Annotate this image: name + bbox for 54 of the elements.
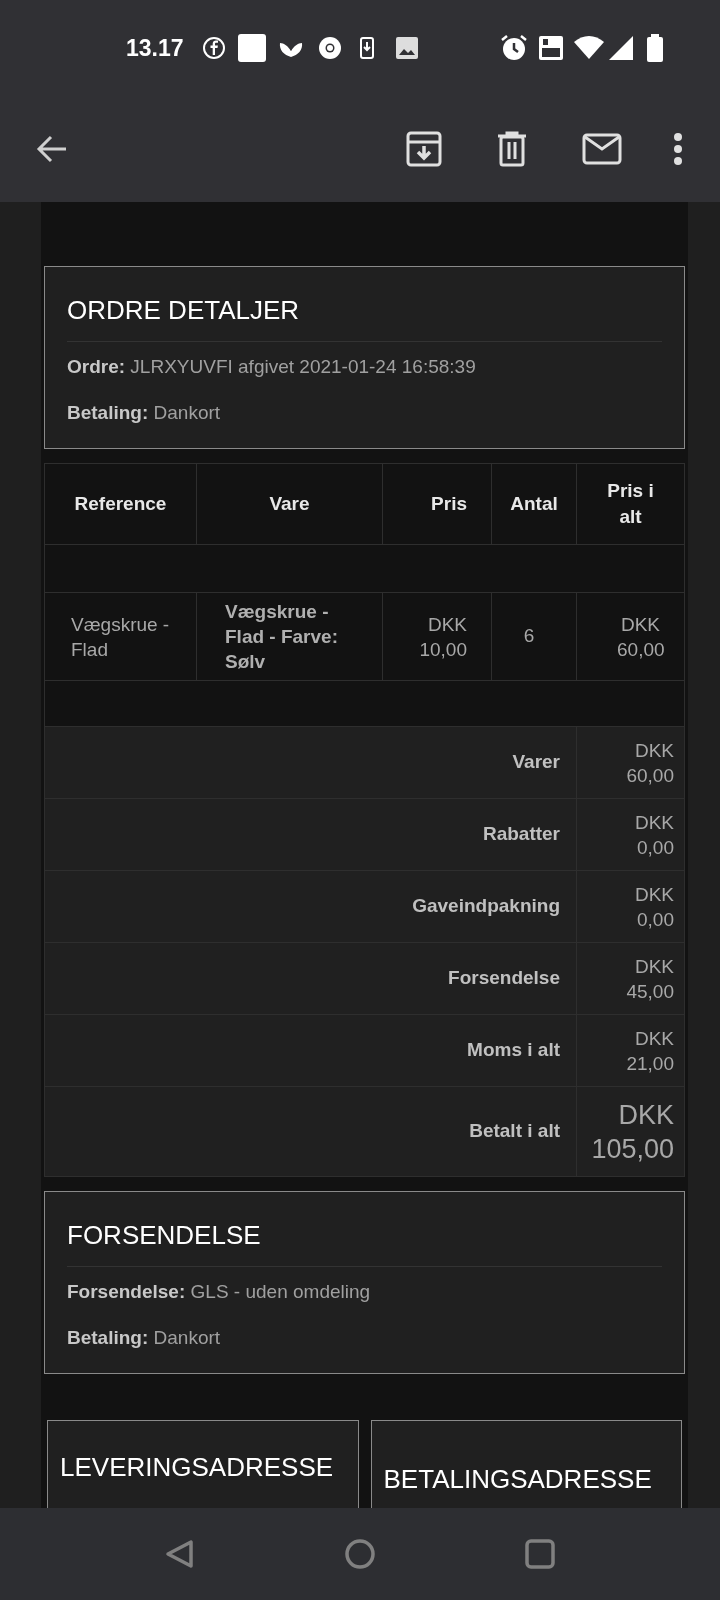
back-arrow-icon [36,135,68,163]
total-value: DKK 105,00 [576,1086,685,1177]
nav-back-button[interactable] [165,1539,195,1569]
total-value: DKK 45,00 [576,942,685,1015]
table-cell: DKK 10,00 [382,592,492,681]
field-value: Dankort [153,1327,221,1348]
total-value: DKK 60,00 [576,726,685,799]
total-value: DKK 0,00 [576,798,685,871]
square-icon [525,1539,555,1569]
table-cell: DKK 60,00 [576,592,685,681]
status-time: 13.17 [126,33,184,63]
trash-icon [496,131,528,167]
card-title: ORDRE DETALJER [67,293,662,342]
wifi-icon [574,36,604,60]
image-icon [395,37,418,59]
home-button[interactable] [345,1539,375,1569]
archive-icon [406,131,442,167]
card-title: LEVERINGSADRESSE [60,1451,335,1483]
column-header: Vare [196,463,383,545]
total-label: Moms i alt [44,1014,577,1087]
total-value: DKK 0,00 [576,870,685,943]
triangle-icon [165,1539,195,1569]
column-header: Reference [44,463,197,545]
total-label: Forsendelse [44,942,577,1015]
field-label: Ordre: [67,356,126,377]
circle-icon [345,1539,375,1569]
more-icon [673,133,683,165]
square-icon [237,34,266,62]
column-header: Pris [382,463,492,545]
mail-icon [582,133,622,165]
field-value: JLRXYUVFI afgivet 2021-01-24 16:58:39 [130,356,476,377]
card-title: BETALINGSADRESSE [383,1463,653,1495]
field-value: Dankort [153,402,221,423]
total-label: Rabatter [44,798,577,871]
table-cell: Vægskrue - Flad - Farve: Sølv [196,592,383,681]
field-label: Betaling: [67,1327,149,1348]
field-label: Betaling: [67,402,149,423]
total-label: Gaveindpakning [44,870,577,943]
battery-icon [646,34,664,62]
total-label: Betalt i alt [44,1086,577,1177]
card-title: FORSENDELSE [67,1218,662,1267]
table-cell: 6 [491,592,577,681]
download-icon [359,37,374,59]
signal-icon [608,35,634,61]
column-header: Antal [491,463,577,545]
field-label: Forsendelse: [67,1281,186,1302]
total-value: DKK 21,00 [576,1014,685,1087]
alarm-icon [500,34,528,62]
facebook-icon [201,36,226,60]
table-cell: Vægskrue - Flad [44,592,197,681]
field-value: GLS - uden omdeling [190,1281,371,1302]
recents-button[interactable] [525,1539,555,1569]
total-label: Varer [44,726,577,799]
column-header: Pris i alt [576,463,685,545]
